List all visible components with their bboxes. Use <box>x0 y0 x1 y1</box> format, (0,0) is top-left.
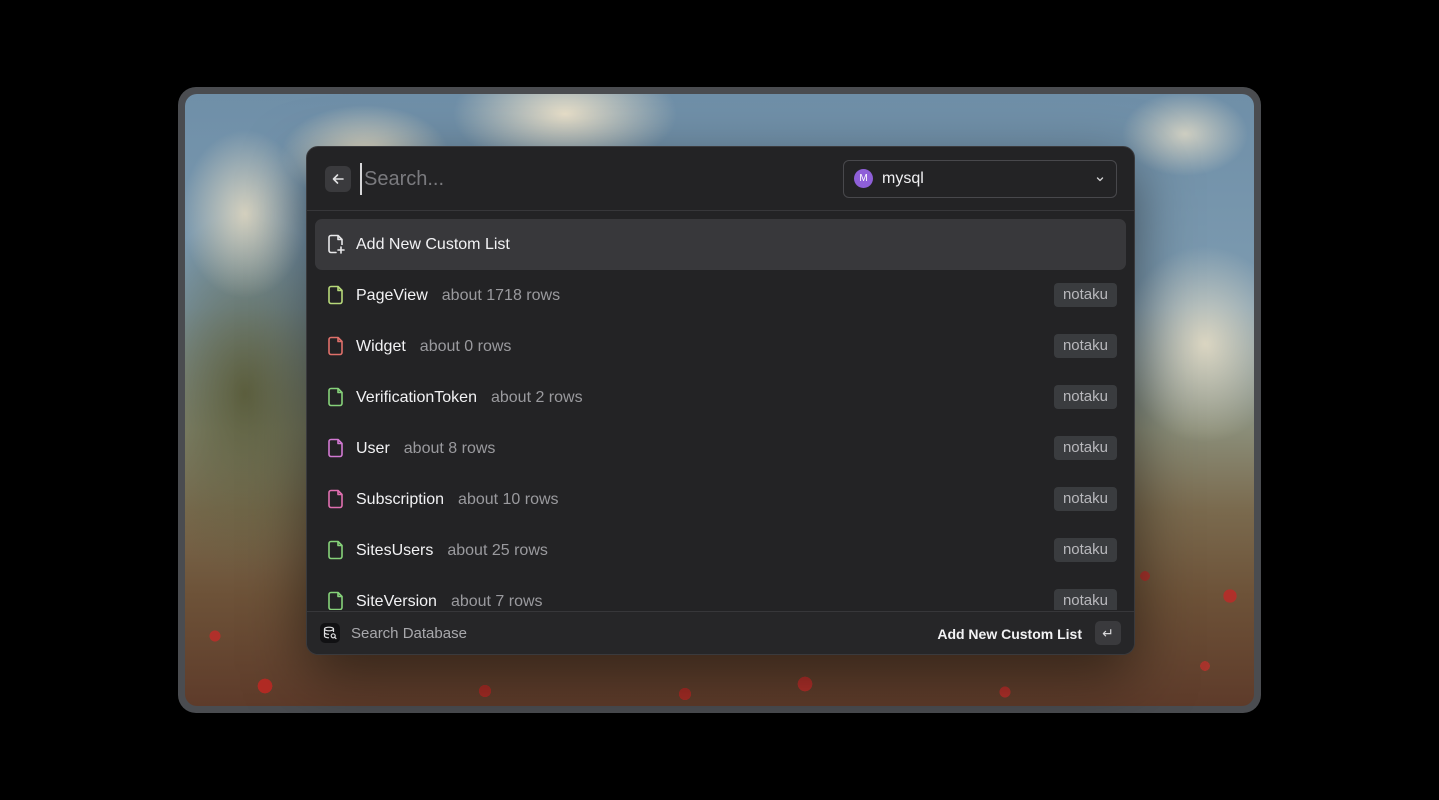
list-item[interactable]: User about 8 rows notaku <box>315 423 1126 474</box>
list-item-subtitle: about 1718 rows <box>441 287 561 304</box>
list-item-subtitle: about 8 rows <box>403 440 496 457</box>
list-item-subtitle: about 0 rows <box>419 338 512 355</box>
file-icon <box>328 438 343 458</box>
list-item-tag: notaku <box>1053 487 1117 511</box>
database-select[interactable]: M mysql <box>843 160 1117 198</box>
list-item[interactable]: Widget about 0 rows notaku <box>315 321 1126 372</box>
list-item-add-custom-list[interactable]: Add New Custom List <box>315 219 1126 270</box>
command-palette: M mysql Add New Custom List PageViewabou <box>306 146 1135 655</box>
list-item-tag: notaku <box>1053 436 1117 460</box>
file-plus-icon <box>328 234 345 254</box>
file-icon <box>328 387 343 407</box>
list-item-tag: notaku <box>1053 283 1117 307</box>
list-item-tag: notaku <box>1053 385 1117 409</box>
list-item[interactable]: SitesUsers about 25 rows notaku <box>315 525 1126 576</box>
list-item-title: Widget about 0 rows <box>356 338 512 355</box>
list-item-title: VerificationToken about 2 rows <box>356 389 583 406</box>
list-item[interactable]: Subscription about 10 rows notaku <box>315 474 1126 525</box>
list-item-subtitle: about 25 rows <box>447 542 548 559</box>
list-item-subtitle: about 2 rows <box>490 389 583 406</box>
file-icon <box>328 489 343 509</box>
list-item-subtitle: about 7 rows <box>450 593 543 610</box>
list-item-title: Subscription about 10 rows <box>356 491 559 508</box>
list-item-title: SiteVersion about 7 rows <box>356 593 543 610</box>
palette-header: M mysql <box>307 147 1134 211</box>
back-button[interactable] <box>325 166 351 192</box>
search-input[interactable] <box>360 163 824 195</box>
file-icon <box>328 285 343 305</box>
file-icon <box>328 591 343 610</box>
file-icon <box>328 336 343 356</box>
list-item[interactable]: PageView about 1718 rows notaku <box>315 270 1126 321</box>
database-search-icon <box>320 623 340 643</box>
primary-action-button[interactable]: Add New Custom List <box>937 625 1082 643</box>
list-item-title: SitesUsers about 25 rows <box>356 542 548 559</box>
list-item-tag: notaku <box>1053 538 1117 562</box>
enter-key-icon: ↵ <box>1095 621 1121 645</box>
arrow-left-icon <box>332 174 344 184</box>
database-name: mysql <box>882 170 924 187</box>
list-item-title: User about 8 rows <box>356 440 496 457</box>
results-list: Add New Custom List PageView about 1718 r… <box>315 219 1126 610</box>
database-avatar: M <box>854 169 873 188</box>
list-item-title: Add New Custom List <box>356 236 510 253</box>
footer-label: Search Database <box>351 625 467 642</box>
list-item-tag: notaku <box>1053 334 1117 358</box>
file-icon <box>328 540 343 560</box>
palette-footer: Search Database Add New Custom List ↵ <box>307 611 1134 654</box>
list-item-tag: notaku <box>1053 589 1117 610</box>
list-item[interactable]: SiteVersion about 7 rows notaku <box>315 576 1126 610</box>
list-item-subtitle: about 10 rows <box>458 491 559 508</box>
list-item-title: PageView about 1718 rows <box>356 287 561 304</box>
chevron-down-icon <box>1096 177 1104 182</box>
list-item[interactable]: VerificationToken about 2 rows notaku <box>315 372 1126 423</box>
